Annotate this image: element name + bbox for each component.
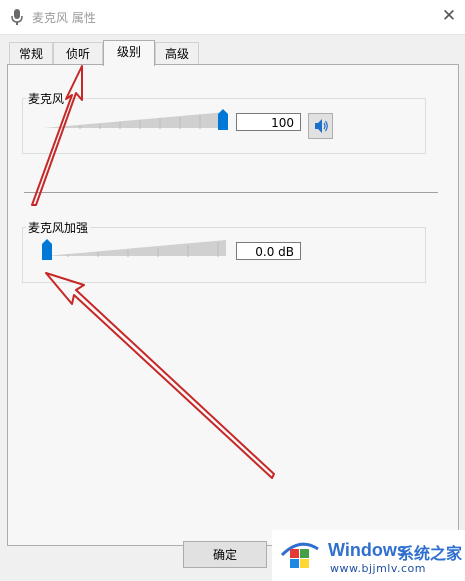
watermark-brand: Windows [328,540,407,560]
boost-level-slider[interactable] [38,236,230,262]
watermark-site-name: 系统之家 [398,544,463,563]
close-button[interactable]: ✕ [437,4,461,28]
boost-group-label: 麦克风加强 [26,219,91,236]
window-title: 麦克风 属性 [32,11,96,25]
microphone-slider-thumb[interactable] [218,109,228,130]
microphone-icon [11,9,23,25]
windows-logo-icon [280,542,319,568]
speaker-icon [315,119,328,133]
microphone-level-value[interactable]: 100 [236,113,301,131]
tab-listen[interactable]: 侦听 [53,42,103,65]
tab-levels[interactable]: 级别 [103,40,155,66]
boost-slider-thumb[interactable] [42,239,52,260]
watermark-url: www.bjjmlv.com [330,562,426,575]
ok-button[interactable]: 确定 [183,541,267,568]
tab-advanced[interactable]: 高级 [155,42,199,65]
microphone-group-label: 麦克风 [26,90,67,107]
section-divider [24,192,438,193]
boost-level-value[interactable]: 0.0 dB [236,242,301,260]
mute-toggle-button[interactable] [308,113,333,139]
microphone-level-slider[interactable] [40,108,240,132]
tab-general[interactable]: 常规 [9,42,53,65]
